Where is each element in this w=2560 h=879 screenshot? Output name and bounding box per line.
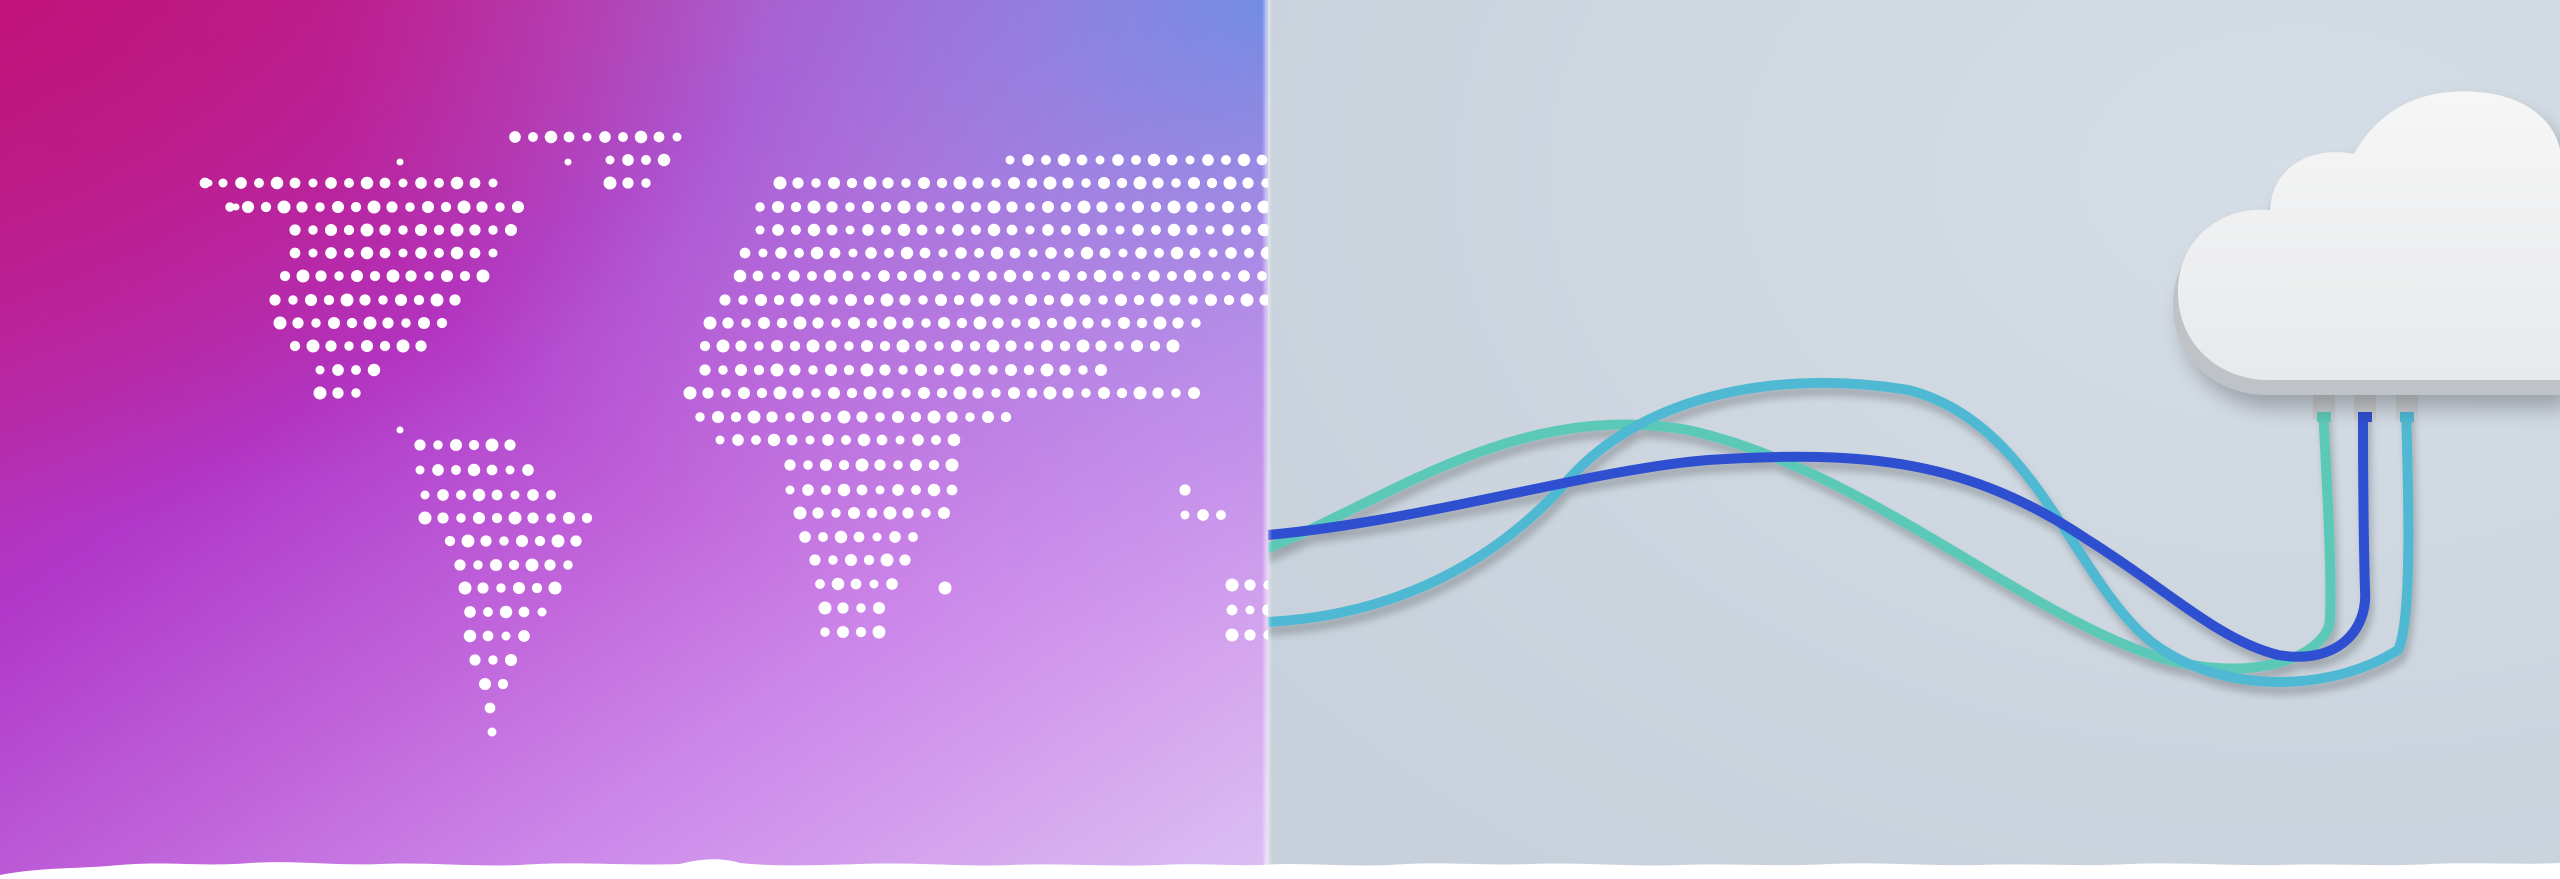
world-map-illustration <box>0 0 1268 879</box>
panel-seam <box>1262 0 1272 879</box>
cloud-network-panel <box>1268 0 2560 879</box>
torn-paper-edge <box>0 859 2560 879</box>
cloud-network-illustration <box>1268 0 2560 879</box>
world-map-panel <box>0 0 1268 879</box>
hero-banner <box>0 0 2560 879</box>
